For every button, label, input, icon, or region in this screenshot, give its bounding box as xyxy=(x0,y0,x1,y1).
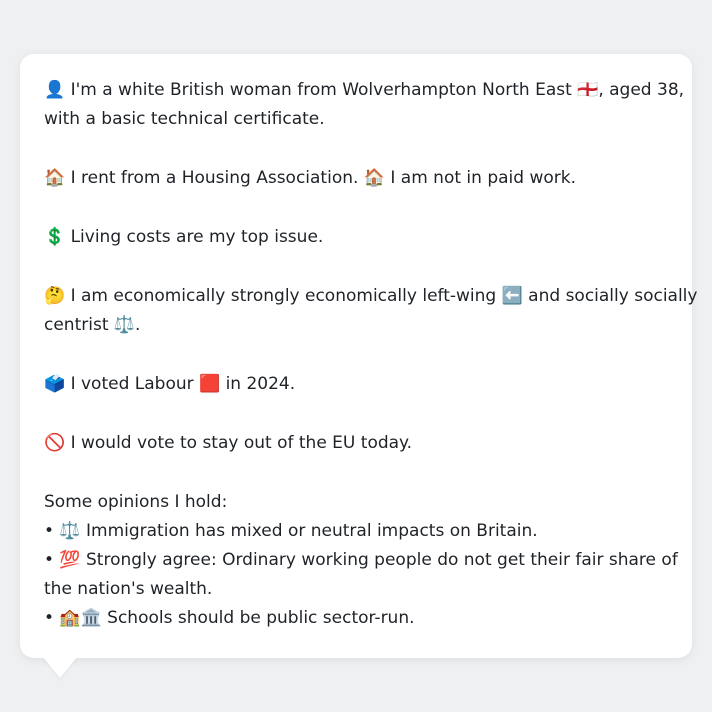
ideology-line-2: centrist ⚖️. xyxy=(44,315,141,335)
opinion-wealth-line-2: the nation's wealth. xyxy=(44,579,213,599)
opinions-heading: Some opinions I hold: xyxy=(44,492,228,512)
intro-line-1: 👤 I'm a white British woman from Wolverh… xyxy=(44,80,685,100)
message-bubble: 👤 I'm a white British woman from Wolverh… xyxy=(20,54,697,658)
eu-text: 🚫 I would vote to stay out of the EU tod… xyxy=(44,433,413,453)
opinion-item-immigration: • ⚖️ Immigration has mixed or neutral im… xyxy=(44,521,538,541)
intro-text: 👤 I'm a white British woman from Wolverh… xyxy=(44,76,684,134)
opinion-wealth-line-1: • 💯 Strongly agree: Ordinary working peo… xyxy=(44,550,678,570)
vote-text: 🗳️ I voted Labour 🟥 in 2024. xyxy=(44,374,296,394)
ideology-line-1: 🤔 I am economically strongly economicall… xyxy=(44,286,698,306)
ideology-text: 🤔 I am economically strongly economicall… xyxy=(44,282,697,340)
top-issue-text: 💲 Living costs are my top issue. xyxy=(44,227,324,247)
intro-line-2: with a basic technical certificate. xyxy=(44,109,325,129)
bubble-tail xyxy=(42,656,78,678)
opinion-item-schools: • 🏫🏛️ Schools should be public sector-ru… xyxy=(44,608,415,628)
housing-text: 🏠 I rent from a Housing Association. 🏠 I… xyxy=(44,168,576,188)
opinion-item-wealth: • 💯 Strongly agree: Ordinary working peo… xyxy=(44,546,678,604)
